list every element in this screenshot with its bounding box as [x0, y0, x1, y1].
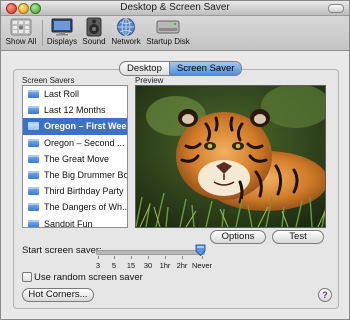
slider-tick	[148, 256, 149, 259]
folder-icon	[28, 203, 39, 212]
folder-icon	[28, 219, 39, 227]
list-item-label: Third Birthday Party	[44, 186, 124, 197]
list-item-label: The Dangers of Wh...	[44, 202, 127, 213]
list-item-label: Last 12 Months	[44, 105, 106, 116]
list-item-label: The Big Drummer Boy	[44, 170, 127, 181]
list-item-label: Sandpit Fun	[44, 218, 93, 228]
list-item[interactable]: Last Roll	[23, 86, 127, 102]
slider-tick	[131, 256, 132, 259]
folder-icon	[28, 90, 39, 99]
network-button[interactable]: Network	[109, 17, 143, 46]
startup-disk-button[interactable]: Startup Disk	[143, 17, 193, 46]
slider-tick-label: 3	[95, 261, 101, 270]
preview-image	[135, 85, 326, 228]
tab-desktop[interactable]: Desktop	[120, 62, 169, 75]
list-item[interactable]: Oregon – First Week	[23, 118, 127, 135]
folder-icon	[28, 171, 39, 180]
list-item-label: Oregon – First Week	[44, 121, 127, 132]
show-all-button[interactable]: Show All	[4, 17, 38, 46]
help-button[interactable]: ?	[318, 288, 332, 302]
slider-tick-label: 5	[111, 261, 117, 270]
list-item[interactable]: Oregon – Second ...	[23, 135, 127, 151]
tab-control: Desktop Screen Saver	[119, 61, 243, 76]
list-item[interactable]: Third Birthday Party	[23, 183, 127, 199]
slider-tick	[165, 256, 166, 259]
toolbar-toggle-button[interactable]	[328, 4, 344, 13]
test-button[interactable]: Test	[272, 230, 324, 244]
options-button[interactable]: Options	[210, 230, 266, 244]
sound-button[interactable]: Sound	[80, 17, 108, 46]
tab-screen-saver[interactable]: Screen Saver	[168, 62, 242, 75]
list-item[interactable]: The Dangers of Wh...	[23, 199, 127, 215]
displays-button[interactable]: Displays	[45, 17, 79, 46]
list-item-label: The Great Move	[44, 153, 110, 164]
sound-label: Sound	[82, 37, 106, 46]
toolbar: Show All Displays Sound Network Startup …	[1, 16, 349, 51]
slider-tick	[202, 256, 203, 259]
screen-saver-list[interactable]: Last Roll Last 12 Months Oregon – First We…	[22, 85, 128, 228]
slider-tick-label: 30	[143, 261, 153, 270]
network-label: Network	[111, 37, 141, 46]
preview-label: Preview	[135, 76, 164, 85]
slider-tick	[98, 256, 99, 259]
hot-corners-button[interactable]: Hot Corners...	[22, 288, 94, 302]
slider-tick	[182, 256, 183, 259]
random-screen-saver-label: Use random screen saver	[34, 272, 143, 283]
slider-tick-label: 15	[126, 261, 136, 270]
screen-savers-label: Screen Savers	[22, 76, 75, 85]
folder-icon	[28, 187, 39, 196]
hard-disk-icon	[143, 17, 193, 37]
slider-tick-label: 1hr	[159, 261, 171, 270]
preferences-window: Desktop & Screen Saver Show All Displays…	[0, 0, 350, 320]
slider-tick-label: 2hr	[176, 261, 188, 270]
folder-icon	[28, 138, 39, 147]
displays-label: Displays	[46, 37, 78, 46]
start-saver-slider-track[interactable]	[96, 250, 205, 255]
globe-icon	[109, 17, 143, 37]
folder-icon	[28, 122, 39, 131]
title-bar[interactable]: Desktop & Screen Saver	[1, 1, 349, 16]
random-screen-saver-checkbox[interactable]	[22, 272, 32, 282]
slider-tick	[114, 256, 115, 259]
list-item[interactable]: Sandpit Fun	[23, 216, 127, 228]
tiger-photo	[136, 86, 325, 227]
list-item[interactable]: The Great Move	[23, 151, 127, 167]
window-title: Desktop & Screen Saver	[120, 2, 230, 13]
speaker-icon	[80, 17, 108, 37]
start-screen-saver-label: Start screen saver:	[22, 245, 102, 256]
list-item[interactable]: Last 12 Months	[23, 102, 127, 118]
apple-grid-icon	[4, 17, 38, 37]
folder-icon	[28, 154, 39, 163]
toolbar-separator	[42, 20, 43, 46]
list-item[interactable]: The Big Drummer Boy	[23, 167, 127, 183]
list-item-label: Oregon – Second ...	[44, 137, 125, 148]
startup-disk-label: Startup Disk	[146, 37, 190, 46]
display-icon	[45, 17, 79, 37]
show-all-label: Show All	[5, 37, 37, 46]
start-saver-slider-knob[interactable]	[195, 244, 206, 256]
list-item-label: Last Roll	[44, 89, 80, 100]
slider-tick-label: Never	[191, 261, 213, 270]
folder-icon	[28, 106, 39, 115]
